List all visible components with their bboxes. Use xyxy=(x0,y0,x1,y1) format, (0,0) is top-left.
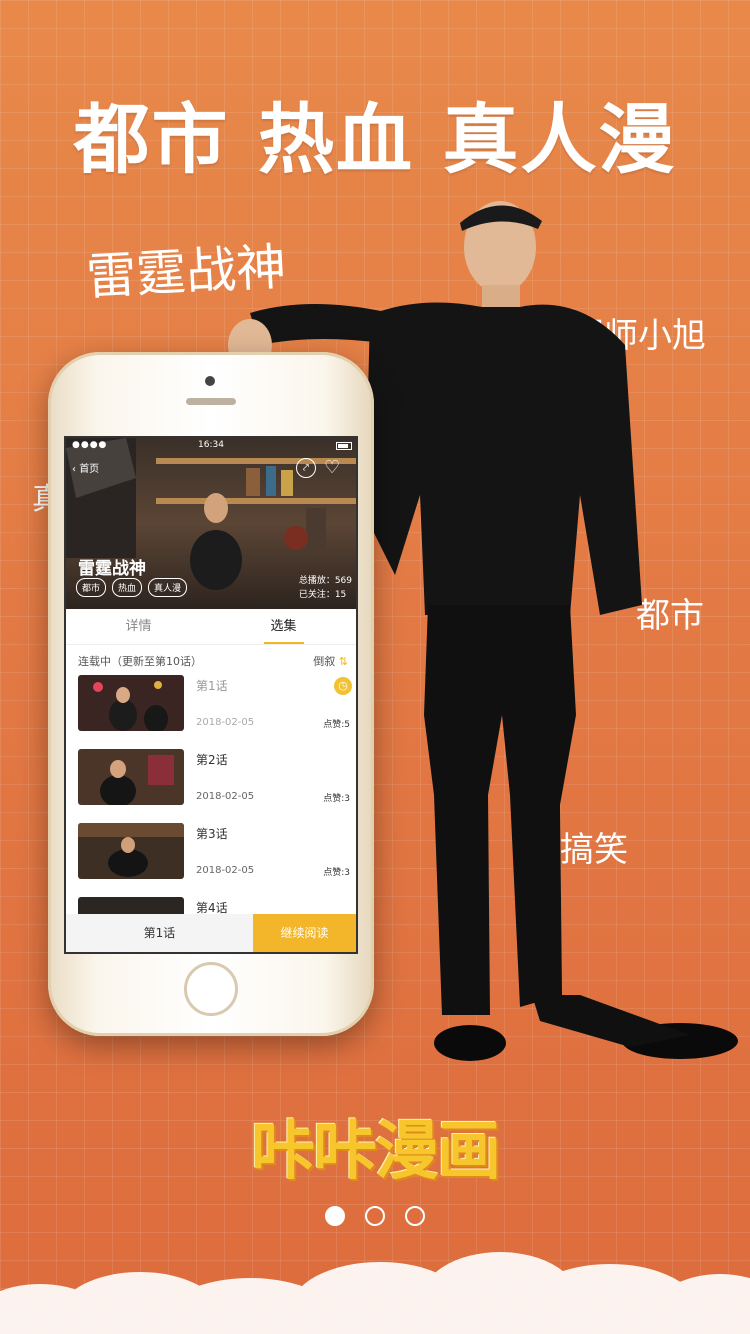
back-button[interactable]: ‹ 首页 xyxy=(72,460,99,475)
sort-label: 倒叙 xyxy=(313,655,336,668)
episode-likes: 点赞:5 xyxy=(323,720,350,730)
back-label: 首页 xyxy=(79,464,100,475)
status-bar: ●●●● 16:34 xyxy=(66,439,356,453)
episode-date: 2018-02-05 xyxy=(196,865,255,876)
phone-camera xyxy=(205,376,215,386)
episode-title: 第3话 xyxy=(196,827,228,841)
share-icon[interactable]: ⤤ xyxy=(296,458,316,478)
tab-episodes[interactable]: 选集 xyxy=(211,609,356,644)
serial-status: 连载中（更新至第10话） xyxy=(78,655,202,668)
serial-bar: 连载中（更新至第10话） 倒叙 ⇅ xyxy=(66,645,356,673)
episode-thumbnail xyxy=(78,823,184,879)
headline: 都市 热血 真人漫 xyxy=(73,95,677,184)
signal-icon: ●●●● xyxy=(72,440,108,450)
phone-mockup: ●●●● 16:34 ‹ 首页 ⤤ ♡ 雷霆战神 都市 热血 真人漫 总播放：5… xyxy=(48,352,374,1036)
sort-icon: ⇅ xyxy=(338,655,348,668)
total-plays: 总播放：569 xyxy=(298,576,352,586)
episode-title: 第2话 xyxy=(196,753,228,767)
genre-chip[interactable]: 真人漫 xyxy=(148,578,188,597)
phone-screen: ●●●● 16:34 ‹ 首页 ⤤ ♡ 雷霆战神 都市 热血 真人漫 总播放：5… xyxy=(64,436,358,954)
followers-count: 已关注：15 xyxy=(298,590,347,600)
clock-icon: ◷ xyxy=(334,677,352,695)
episode-item[interactable]: 第2话 2018-02-05 点赞:3 xyxy=(66,747,356,821)
detail-tabs: 详情 选集 xyxy=(66,609,356,645)
comic-stats: 总播放：569 已关注：15 xyxy=(299,574,352,602)
tab-details[interactable]: 详情 xyxy=(66,609,211,644)
episode-likes: 点赞:3 xyxy=(323,868,350,878)
comic-hero-banner: ●●●● 16:34 ‹ 首页 ⤤ ♡ 雷霆战神 都市 热血 真人漫 总播放：5… xyxy=(66,438,356,609)
episode-likes: 点赞:3 xyxy=(323,794,350,804)
episode-thumbnail xyxy=(78,749,184,805)
brand-logo: 咔咔漫画 xyxy=(251,1115,501,1189)
comic-title: 雷霆战神 xyxy=(78,559,146,579)
episode-date: 2018-02-05 xyxy=(196,717,255,728)
episode-title: 第1话 xyxy=(196,679,228,693)
episode-thumbnail xyxy=(78,675,184,731)
phone-speaker xyxy=(186,398,236,405)
cloud-decoration xyxy=(0,1214,750,1334)
episode-list: 第1话 ◷ 2018-02-05 点赞:5 第2话 2018-02-05 点赞:… xyxy=(66,673,356,952)
sort-button[interactable]: 倒叙 ⇅ xyxy=(313,653,348,669)
current-episode-button[interactable]: 第1话 xyxy=(66,914,253,952)
genre-chips: 都市 热血 真人漫 xyxy=(76,578,188,597)
battery-icon xyxy=(336,442,352,450)
episode-item[interactable]: 第1话 ◷ 2018-02-05 点赞:5 xyxy=(66,673,356,747)
bottom-action-bar: 第1话 继续阅读 xyxy=(66,914,356,952)
episode-item[interactable]: 第3话 2018-02-05 点赞:3 xyxy=(66,821,356,895)
heart-icon[interactable]: ♡ xyxy=(324,457,340,478)
home-button xyxy=(184,962,238,1016)
status-time: 16:34 xyxy=(198,440,224,450)
episode-date: 2018-02-05 xyxy=(196,791,255,802)
genre-chip[interactable]: 都市 xyxy=(76,578,107,597)
continue-reading-button[interactable]: 继续阅读 xyxy=(253,914,356,952)
genre-chip[interactable]: 热血 xyxy=(112,578,143,597)
